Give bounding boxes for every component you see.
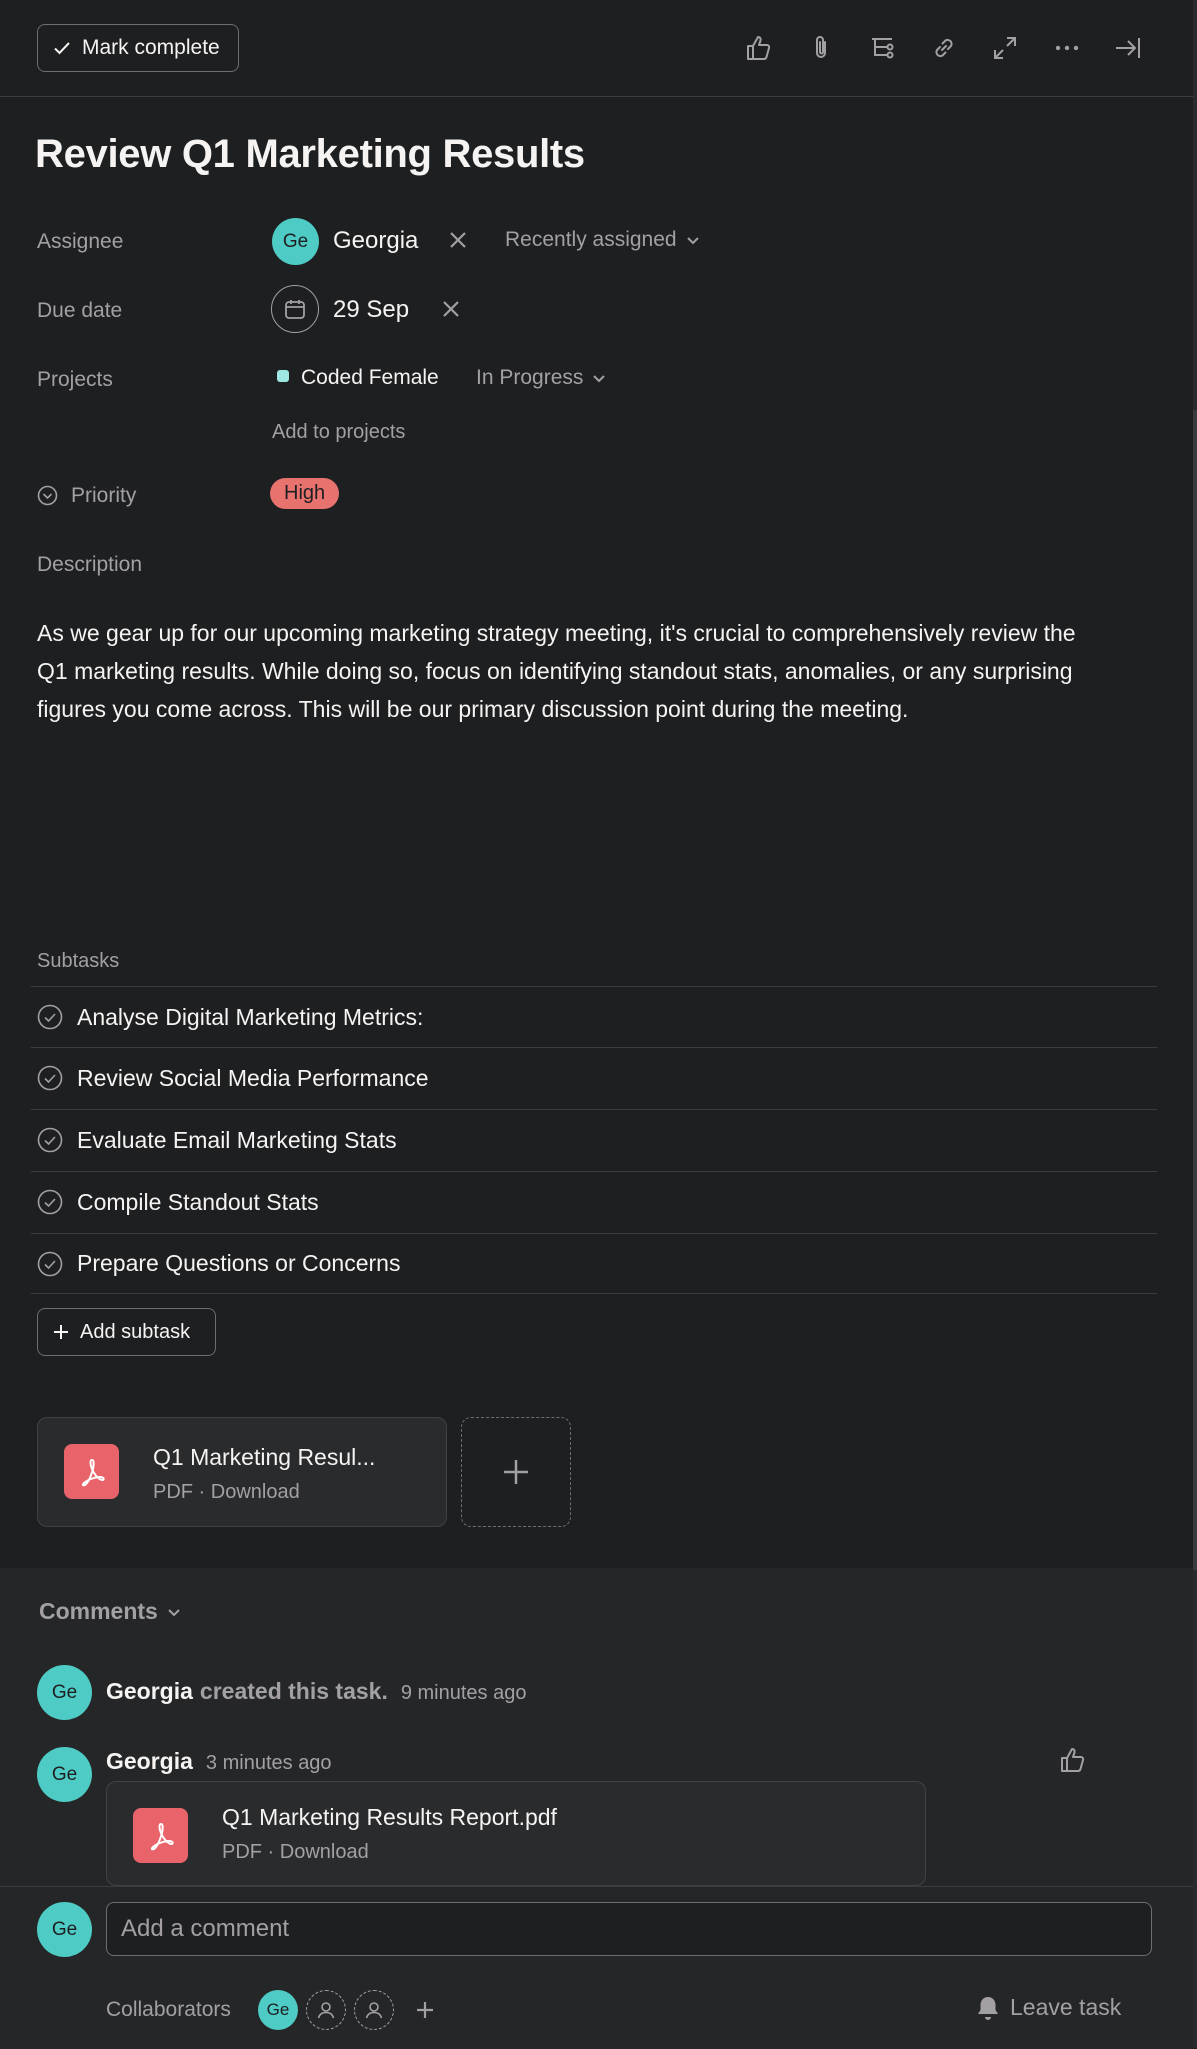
comment-file-name: Q1 Marketing Results Report.pdf [222,1804,557,1830]
subtask-label: Evaluate Email Marketing Stats [77,1126,397,1153]
scrollbar-thumb[interactable] [1193,410,1197,1570]
check-circle-icon[interactable] [37,1065,63,1091]
check-circle-icon[interactable] [37,1127,63,1153]
user-icon [363,1999,385,2021]
mark-complete-label: Mark complete [82,36,220,59]
comment-like-icon[interactable] [1058,1745,1088,1775]
expand-icon[interactable] [987,30,1023,66]
comment-attachment-card[interactable]: Q1 Marketing Results Report.pdf PDF · Do… [106,1781,926,1886]
subtasks-label: Subtasks [37,950,120,972]
add-to-projects-link[interactable]: Add to projects [272,421,405,444]
add-subtask-button[interactable]: Add subtask [37,1308,216,1356]
subtask-label: Analyse Digital Marketing Metrics: [77,1003,424,1030]
clear-due-date-icon[interactable] [440,298,462,320]
comment-time: 3 minutes ago [205,1752,332,1774]
subtask-label: Compile Standout Stats [77,1188,319,1215]
project-status-label: In Progress [476,366,584,389]
priority-badge[interactable]: High [270,478,340,509]
attachment-meta[interactable]: PDF · Download [153,1481,300,1504]
subtask-row[interactable]: Compile Standout Stats [31,1171,1157,1232]
comments-header-label: Comments [39,1598,158,1624]
assignee-name[interactable]: Georgia [333,227,418,255]
activity-action: created this task. [199,1678,388,1704]
attachment-card[interactable]: Q1 Marketing Resul... PDF · Download [37,1417,447,1527]
pdf-icon [64,1444,119,1499]
add-collaborator-icon[interactable] [414,1999,436,2021]
check-circle-icon[interactable] [37,1189,63,1215]
comment-avatar[interactable]: Ge [37,1747,92,1802]
calendar-icon[interactable] [271,285,319,333]
pdf-icon [133,1808,188,1863]
add-attachment-button[interactable] [461,1417,571,1527]
chevron-down-icon [591,370,607,386]
comment-input-placeholder: Add a comment [121,1915,290,1942]
add-collaborator-placeholder[interactable] [354,1990,394,2030]
recently-assigned-dropdown[interactable]: Recently assigned [505,228,701,252]
project-status-dropdown[interactable]: In Progress [476,366,607,390]
like-icon[interactable] [741,30,777,66]
due-date-value[interactable]: 29 Sep [333,296,409,324]
link-icon[interactable] [926,30,962,66]
comments-toggle[interactable]: Comments [39,1598,182,1625]
composer-avatar: Ge [37,1902,92,1957]
project-name[interactable]: Coded Female [301,366,439,390]
add-collaborator-placeholder[interactable] [306,1990,346,2030]
comment-header: Georgia 3 minutes ago [106,1748,332,1775]
activity-avatar[interactable]: Ge [37,1665,92,1720]
activity-entry: Georgia created this task. 9 minutes ago [106,1678,526,1705]
description-text[interactable]: As we gear up for our upcoming marketing… [37,614,1107,728]
bell-icon [976,1995,1000,2021]
check-circle-icon[interactable] [37,1004,63,1030]
subtask-label: Review Social Media Performance [77,1064,429,1091]
collaborators-label: Collaborators [106,1998,231,2021]
check-icon [52,38,72,58]
add-subtask-label: Add subtask [80,1320,191,1343]
comment-file-meta[interactable]: PDF · Download [222,1841,369,1864]
chevron-down-icon [166,1604,182,1620]
subtask-label: Prepare Questions or Concerns [77,1250,401,1276]
activity-user[interactable]: Georgia [106,1678,193,1705]
assignee-avatar[interactable]: Ge [272,218,319,265]
remove-assignee-icon[interactable] [447,229,469,251]
subtask-row[interactable]: Analyse Digital Marketing Metrics: [31,986,1157,1047]
close-panel-icon[interactable] [1110,30,1146,66]
comment-input[interactable]: Add a comment [106,1902,1152,1956]
collaborator-avatar[interactable]: Ge [258,1990,298,2030]
leave-task-button[interactable]: Leave task [976,1994,1121,2021]
task-title[interactable]: Review Q1 Marketing Results [35,132,585,177]
leave-task-label: Leave task [1010,1994,1122,2020]
description-label: Description [37,553,143,576]
plus-icon [52,1323,70,1341]
plus-icon [501,1457,531,1487]
projects-label: Projects [37,368,113,391]
mark-complete-button[interactable]: Mark complete [37,24,239,72]
attachment-name: Q1 Marketing Resul... [153,1444,376,1470]
subtask-row[interactable]: Evaluate Email Marketing Stats [31,1109,1157,1170]
project-color-dot [277,370,289,382]
subtask-row[interactable]: Review Social Media Performance [31,1047,1157,1108]
subtask-row[interactable]: Prepare Questions or Concerns [31,1233,1157,1294]
more-icon[interactable] [1049,30,1085,66]
priority-field-icon [37,485,58,506]
chevron-down-icon [685,232,701,248]
priority-label: Priority [71,484,137,507]
check-circle-icon[interactable] [37,1251,63,1277]
subtask-icon[interactable] [864,30,900,66]
recently-assigned-label: Recently assigned [505,228,677,251]
attachment-icon[interactable] [803,30,839,66]
activity-time: 9 minutes ago [400,1682,527,1704]
comment-user[interactable]: Georgia [106,1748,193,1775]
due-date-label: Due date [37,299,123,322]
user-icon [315,1999,337,2021]
assignee-label: Assignee [37,230,124,253]
